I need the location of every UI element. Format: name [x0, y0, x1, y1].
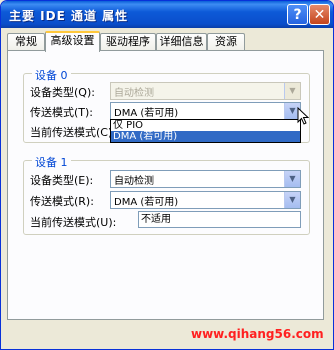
- device1-type-value: 自动检测: [114, 176, 154, 187]
- tab-resources[interactable]: 资源: [207, 33, 245, 50]
- device0-mode-label: 传送模式(T):: [30, 106, 94, 119]
- watermark-text: www.qihang56.com: [191, 327, 324, 341]
- device0-mode-value: DMA (若可用): [114, 108, 179, 119]
- device0-mode-dropdown[interactable]: 仅 PIO DMA (若可用): [110, 119, 301, 143]
- device0-current-label: 当前传送模式(C):: [30, 126, 116, 139]
- device1-legend: 设备 1: [32, 154, 71, 170]
- device0-type-select[interactable]: 自动检测 ▼: [110, 82, 301, 100]
- chevron-down-icon: ▼: [284, 83, 300, 99]
- tab-panel-advanced: 设备 0 设备类型(Q): 自动检测 ▼ 传送模式(T): DMA (若可用) …: [7, 50, 324, 320]
- window-title: 主要 IDE 通道 属性: [9, 9, 129, 23]
- option-dma-if-available[interactable]: DMA (若可用): [111, 131, 300, 142]
- device1-mode-label: 传送模式(R):: [30, 195, 94, 208]
- device1-mode-select[interactable]: DMA (若可用) ▼: [110, 191, 301, 209]
- option-pio-only[interactable]: 仅 PIO: [111, 120, 300, 131]
- close-button[interactable]: ✕: [309, 4, 330, 25]
- device1-current-label: 当前传送模式(U):: [30, 216, 117, 229]
- device1-type-select[interactable]: 自动检测 ▼: [110, 170, 301, 188]
- device0-type-label: 设备类型(Q):: [30, 86, 95, 99]
- device1-type-label: 设备类型(E):: [30, 174, 94, 187]
- device0-type-value: 自动检测: [114, 88, 154, 99]
- tab-driver[interactable]: 驱动程序: [100, 33, 156, 50]
- chevron-down-icon[interactable]: ▼: [284, 192, 300, 208]
- tab-general[interactable]: 常规: [7, 33, 45, 50]
- tab-details[interactable]: 详细信息: [156, 33, 207, 50]
- device1-mode-value: DMA (若可用): [114, 197, 179, 208]
- chevron-down-icon[interactable]: ▼: [284, 171, 300, 187]
- device0-mode-select[interactable]: DMA (若可用) ▼: [110, 102, 301, 120]
- help-button[interactable]: ?: [287, 4, 308, 25]
- device0-legend: 设备 0: [32, 67, 71, 83]
- tab-advanced[interactable]: 高级设置: [45, 31, 100, 52]
- properties-dialog: 主要 IDE 通道 属性 ? ✕ 常规 高级设置 驱动程序 详细信息 资源 设备…: [0, 0, 334, 350]
- mouse-pointer-icon: [297, 106, 310, 128]
- title-bar[interactable]: 主要 IDE 通道 属性 ? ✕: [1, 1, 333, 28]
- device1-current-value: 不适用: [138, 211, 301, 228]
